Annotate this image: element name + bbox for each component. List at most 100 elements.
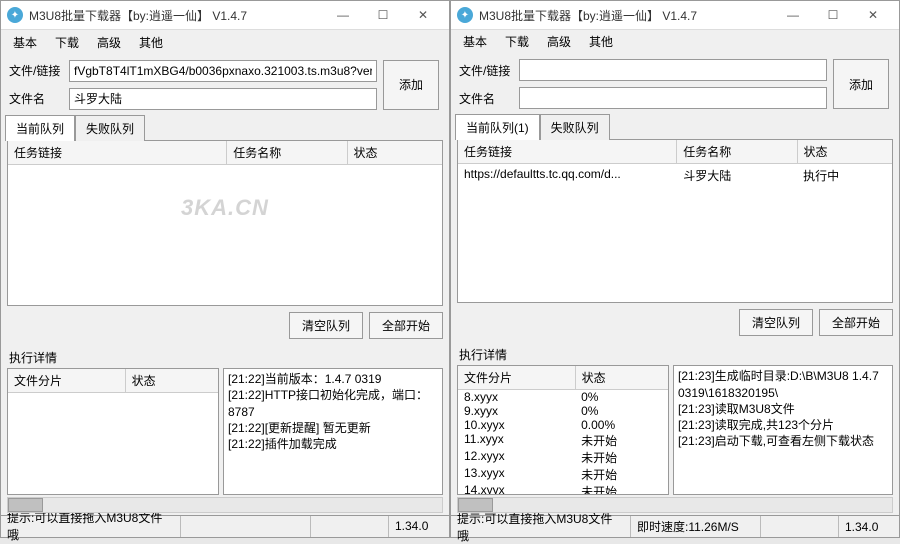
input-area: 文件/链接 添加 文件名 xyxy=(451,53,899,113)
detail-list: 文件分片 状态 8.xyyx 0% 9.xyyx 0% 10.xyyx 0.00… xyxy=(457,365,669,495)
queue-tabs: 当前队列(1) 失败队列 xyxy=(451,113,899,139)
col-file-chunk[interactable]: 文件分片 xyxy=(8,369,126,392)
url-input[interactable] xyxy=(519,59,827,81)
detail-list: 文件分片 状态 xyxy=(7,368,219,495)
col-task-name[interactable]: 任务名称 xyxy=(677,140,797,163)
task-panel: 任务链接 任务名称 状态 3KA.CN xyxy=(7,140,443,306)
list-item[interactable]: 8.xyyx 0% xyxy=(458,390,668,404)
col-task-state[interactable]: 状态 xyxy=(798,140,893,163)
status-version: 1.34.0 xyxy=(839,516,899,537)
log-panel: [21:23]生成临时目录:D:\B\M3U8 1.4.7 0319\16183… xyxy=(673,365,893,495)
list-item[interactable]: 9.xyyx 0% xyxy=(458,404,668,418)
cell-chunk-state: 未开始 xyxy=(575,449,668,466)
start-all-button[interactable]: 全部开始 xyxy=(819,309,893,336)
menu-download[interactable]: 下载 xyxy=(47,31,87,54)
col-file-chunk[interactable]: 文件分片 xyxy=(458,366,576,389)
url-input[interactable] xyxy=(69,60,377,82)
name-input[interactable] xyxy=(519,87,827,109)
window-left: ✦ M3U8批量下载器【by:逍遥一仙】 V1.4.7 — ☐ ✕ 基本 下载 … xyxy=(0,0,450,538)
cell-chunk: 11.xyyx xyxy=(458,432,575,449)
list-item[interactable]: 10.xyyx 0.00% xyxy=(458,418,668,432)
minimize-button[interactable]: — xyxy=(323,1,363,29)
cell-chunk: 12.xyyx xyxy=(458,449,575,466)
maximize-button[interactable]: ☐ xyxy=(363,1,403,29)
window-right: ✦ M3U8批量下载器【by:逍遥一仙】 V1.4.7 — ☐ ✕ 基本 下载 … xyxy=(450,0,900,538)
task-panel: 任务链接 任务名称 状态 https://defaultts.tc.qq.com… xyxy=(457,139,893,303)
table-row[interactable]: https://defaultts.tc.qq.com/d... 斗罗大陆 执行… xyxy=(458,164,892,187)
log-line: [21:23]读取M3U8文件 xyxy=(678,401,888,417)
col-task-link[interactable]: 任务链接 xyxy=(8,141,227,164)
minimize-button[interactable]: — xyxy=(773,1,813,29)
list-item[interactable]: 14.xyyx 未开始 xyxy=(458,483,668,494)
menu-basic[interactable]: 基本 xyxy=(5,31,45,54)
cell-chunk-state: 0% xyxy=(575,404,668,418)
col-task-name[interactable]: 任务名称 xyxy=(227,141,347,164)
list-item[interactable]: 13.xyyx 未开始 xyxy=(458,466,668,483)
statusbar: 提示:可以直接拖入M3U8文件哦 即时速度:11.26M/S 1.34.0 xyxy=(451,515,899,537)
list-item[interactable]: 12.xyyx 未开始 xyxy=(458,449,668,466)
titlebar[interactable]: ✦ M3U8批量下载器【by:逍遥一仙】 V1.4.7 — ☐ ✕ xyxy=(1,1,449,30)
add-button[interactable]: 添加 xyxy=(833,59,889,109)
detail-title: 执行详情 xyxy=(1,345,449,368)
app-icon: ✦ xyxy=(7,7,23,23)
maximize-button[interactable]: ☐ xyxy=(813,1,853,29)
url-label: 文件/链接 xyxy=(9,62,63,79)
tab-failed-queue[interactable]: 失败队列 xyxy=(75,115,145,141)
status-hint: 提示:可以直接拖入M3U8文件哦 xyxy=(451,516,631,537)
cell-chunk-state: 未开始 xyxy=(575,483,668,494)
cell-chunk: 9.xyyx xyxy=(458,404,575,418)
name-input[interactable] xyxy=(69,88,377,110)
clear-queue-button[interactable]: 清空队列 xyxy=(739,309,813,336)
cell-chunk: 14.xyyx xyxy=(458,483,575,494)
hscrollbar[interactable] xyxy=(457,497,893,513)
log-line: [21:22]HTTP接口初始化完成，端口：8787 xyxy=(228,387,438,419)
close-button[interactable]: ✕ xyxy=(403,1,443,29)
log-line: [21:22][更新提醒] 暂无更新 xyxy=(228,420,438,436)
log-line: [21:23]读取完成,共123个分片 xyxy=(678,417,888,433)
menu-advanced[interactable]: 高级 xyxy=(539,30,579,53)
cell-chunk: 10.xyyx xyxy=(458,418,575,432)
log-line: [21:23]生成临时目录:D:\B\M3U8 1.4.7 0319\16183… xyxy=(678,368,888,400)
log-line: [21:23]启动下载,可查看左侧下载状态 xyxy=(678,433,888,449)
menu-download[interactable]: 下载 xyxy=(497,30,537,53)
log-line: [21:22]当前版本：1.4.7 0319 xyxy=(228,371,438,387)
col-task-link[interactable]: 任务链接 xyxy=(458,140,677,163)
detail-title: 执行详情 xyxy=(451,342,899,365)
add-button[interactable]: 添加 xyxy=(383,60,439,110)
hscrollbar[interactable] xyxy=(7,497,443,513)
cell-link: https://defaultts.tc.qq.com/d... xyxy=(458,166,677,185)
list-item[interactable]: 11.xyyx 未开始 xyxy=(458,432,668,449)
status-speed xyxy=(181,516,311,537)
queue-tabs: 当前队列 失败队列 xyxy=(1,114,449,140)
status-version: 1.34.0 xyxy=(389,516,449,537)
col-chunk-state[interactable]: 状态 xyxy=(576,366,668,389)
menu-advanced[interactable]: 高级 xyxy=(89,31,129,54)
tab-current-queue[interactable]: 当前队列(1) xyxy=(455,114,540,140)
close-button[interactable]: ✕ xyxy=(853,1,893,29)
name-label: 文件名 xyxy=(459,90,513,107)
cell-chunk-state: 未开始 xyxy=(575,432,668,449)
cell-chunk-state: 0% xyxy=(575,390,668,404)
status-speed: 即时速度:11.26M/S xyxy=(631,516,761,537)
app-icon: ✦ xyxy=(457,7,473,23)
cell-chunk-state: 0.00% xyxy=(575,418,668,432)
cell-name: 斗罗大陆 xyxy=(677,166,797,185)
cell-chunk: 13.xyyx xyxy=(458,466,575,483)
watermark: 3KA.CN xyxy=(8,165,442,221)
tab-current-queue[interactable]: 当前队列 xyxy=(5,115,75,141)
log-panel: [21:22]当前版本：1.4.7 0319[21:22]HTTP接口初始化完成… xyxy=(223,368,443,495)
name-label: 文件名 xyxy=(9,90,63,107)
start-all-button[interactable]: 全部开始 xyxy=(369,312,443,339)
menubar: 基本 下载 高级 其他 xyxy=(1,30,449,53)
col-chunk-state[interactable]: 状态 xyxy=(126,369,218,392)
menu-other[interactable]: 其他 xyxy=(581,30,621,53)
title-text: M3U8批量下载器【by:逍遥一仙】 V1.4.7 xyxy=(29,7,323,24)
tab-failed-queue[interactable]: 失败队列 xyxy=(540,114,610,140)
titlebar[interactable]: ✦ M3U8批量下载器【by:逍遥一仙】 V1.4.7 — ☐ ✕ xyxy=(451,1,899,30)
col-task-state[interactable]: 状态 xyxy=(348,141,443,164)
cell-state: 执行中 xyxy=(797,166,892,185)
menu-basic[interactable]: 基本 xyxy=(455,30,495,53)
menu-other[interactable]: 其他 xyxy=(131,31,171,54)
clear-queue-button[interactable]: 清空队列 xyxy=(289,312,363,339)
input-area: 文件/链接 添加 文件名 xyxy=(1,54,449,114)
